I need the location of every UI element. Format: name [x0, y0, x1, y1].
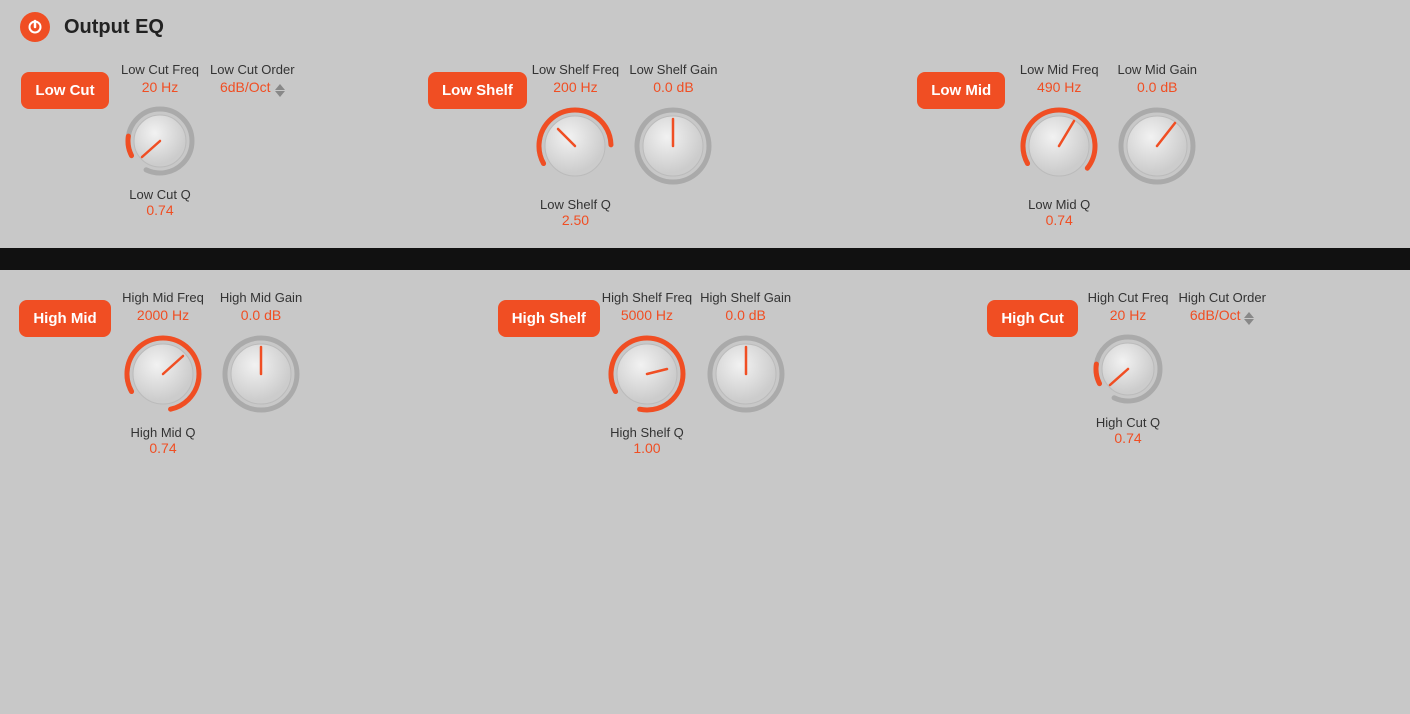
low-mid-q-value: 0.74	[1046, 212, 1073, 228]
app-title: Output EQ	[64, 16, 164, 39]
low-mid-gain-knob[interactable]	[1112, 101, 1202, 191]
high-mid-section: High Mid High Mid Freq 2000 Hz	[20, 290, 494, 456]
high-cut-button[interactable]: High Cut	[987, 300, 1077, 337]
high-mid-button[interactable]: High Mid	[19, 300, 110, 337]
high-cut-order-value: 6dB/Oct	[1190, 307, 1241, 323]
high-mid-freq-value: 2000 Hz	[137, 307, 189, 323]
high-cut-q-value: 0.74	[1114, 430, 1141, 446]
high-shelf-q-label: High Shelf Q	[610, 425, 684, 440]
top-section: Low Cut Low Cut Freq 20 Hz	[0, 54, 1410, 248]
low-shelf-q-value: 2.50	[562, 212, 589, 228]
low-cut-order-label: Low Cut Order	[210, 62, 295, 77]
high-shelf-gain-value: 0.0 dB	[725, 307, 765, 323]
low-mid-freq-label: Low Mid Freq	[1020, 62, 1099, 77]
high-shelf-btn-col: High Shelf	[504, 290, 594, 337]
high-shelf-gain-label: High Shelf Gain	[700, 290, 791, 305]
power-icon	[27, 19, 43, 35]
top-bands: Low Cut Low Cut Freq 20 Hz	[20, 62, 1390, 228]
high-cut-btn-col: High Cut	[988, 290, 1078, 337]
low-mid-button[interactable]: Low Mid	[917, 72, 1005, 109]
low-shelf-gain-knob[interactable]	[628, 101, 718, 191]
low-cut-button[interactable]: Low Cut	[21, 72, 108, 109]
bottom-bands: High Mid High Mid Freq 2000 Hz	[20, 290, 1390, 456]
low-cut-freq-label: Low Cut Freq	[121, 62, 199, 77]
low-shelf-q-label: Low Shelf Q	[540, 197, 611, 212]
high-mid-gain-value: 0.0 dB	[241, 307, 281, 323]
high-cut-order-stepper[interactable]	[1244, 312, 1254, 325]
high-cut-freq-value: 20 Hz	[1110, 307, 1147, 323]
high-mid-gain-label: High Mid Gain	[220, 290, 302, 305]
high-shelf-freq-label: High Shelf Freq	[602, 290, 692, 305]
low-shelf-freq-value: 200 Hz	[553, 79, 597, 95]
low-mid-q-label: Low Mid Q	[1028, 197, 1090, 212]
high-shelf-freq-value: 5000 Hz	[621, 307, 673, 323]
low-cut-freq-knob[interactable]	[120, 101, 200, 181]
high-cut-stepper-down-icon[interactable]	[1244, 319, 1254, 325]
high-shelf-q-value: 1.00	[633, 440, 660, 456]
high-mid-q-value: 0.74	[149, 440, 176, 456]
low-shelf-freq-label: Low Shelf Freq	[532, 62, 619, 77]
section-divider	[0, 248, 1410, 270]
low-mid-gain-value: 0.0 dB	[1137, 79, 1177, 95]
high-cut-q-label: High Cut Q	[1096, 415, 1160, 430]
low-cut-order-stepper[interactable]	[275, 84, 285, 97]
high-cut-freq-knob[interactable]	[1088, 329, 1168, 409]
high-mid-q-label: High Mid Q	[130, 425, 195, 440]
low-cut-q-value: 0.74	[146, 202, 173, 218]
high-mid-freq-label: High Mid Freq	[122, 290, 204, 305]
low-shelf-section: Low Shelf Low Shelf Freq 200 Hz	[422, 62, 906, 228]
high-cut-freq-label: High Cut Freq	[1088, 290, 1169, 305]
header: Output EQ	[0, 0, 1410, 54]
low-cut-section: Low Cut Low Cut Freq 20 Hz	[20, 62, 422, 218]
high-shelf-gain-knob[interactable]	[701, 329, 791, 419]
low-mid-section: Low Mid Low Mid Freq 490 Hz	[906, 62, 1390, 228]
low-mid-btn-col: Low Mid	[916, 62, 1006, 109]
low-shelf-gain-value: 0.0 dB	[653, 79, 693, 95]
low-cut-freq-value: 20 Hz	[142, 79, 179, 95]
low-shelf-button[interactable]: Low Shelf	[428, 72, 527, 109]
low-mid-freq-value: 490 Hz	[1037, 79, 1081, 95]
high-cut-order-label: High Cut Order	[1178, 290, 1265, 305]
bottom-section: High Mid High Mid Freq 2000 Hz	[0, 270, 1410, 476]
low-shelf-gain-label: Low Shelf Gain	[629, 62, 717, 77]
low-cut-btn-col: Low Cut	[20, 62, 110, 109]
low-shelf-btn-col: Low Shelf	[432, 62, 522, 109]
high-cut-section: High Cut High Cut Freq 20 Hz	[978, 290, 1390, 446]
high-shelf-button[interactable]: High Shelf	[498, 300, 600, 337]
high-mid-gain-knob[interactable]	[216, 329, 306, 419]
power-button[interactable]	[20, 12, 50, 42]
stepper-up-icon[interactable]	[275, 84, 285, 90]
high-mid-btn-col: High Mid	[20, 290, 110, 337]
low-cut-order-value: 6dB/Oct	[220, 79, 271, 95]
stepper-down-icon[interactable]	[275, 91, 285, 97]
low-mid-gain-label: Low Mid Gain	[1117, 62, 1196, 77]
low-mid-freq-knob[interactable]	[1014, 101, 1104, 191]
high-shelf-section: High Shelf High Shelf Freq 5000 Hz	[494, 290, 978, 456]
low-cut-q-label: Low Cut Q	[129, 187, 190, 202]
high-cut-stepper-up-icon[interactable]	[1244, 312, 1254, 318]
high-shelf-freq-knob[interactable]	[602, 329, 692, 419]
low-shelf-freq-knob[interactable]	[530, 101, 620, 191]
high-mid-freq-knob[interactable]	[118, 329, 208, 419]
